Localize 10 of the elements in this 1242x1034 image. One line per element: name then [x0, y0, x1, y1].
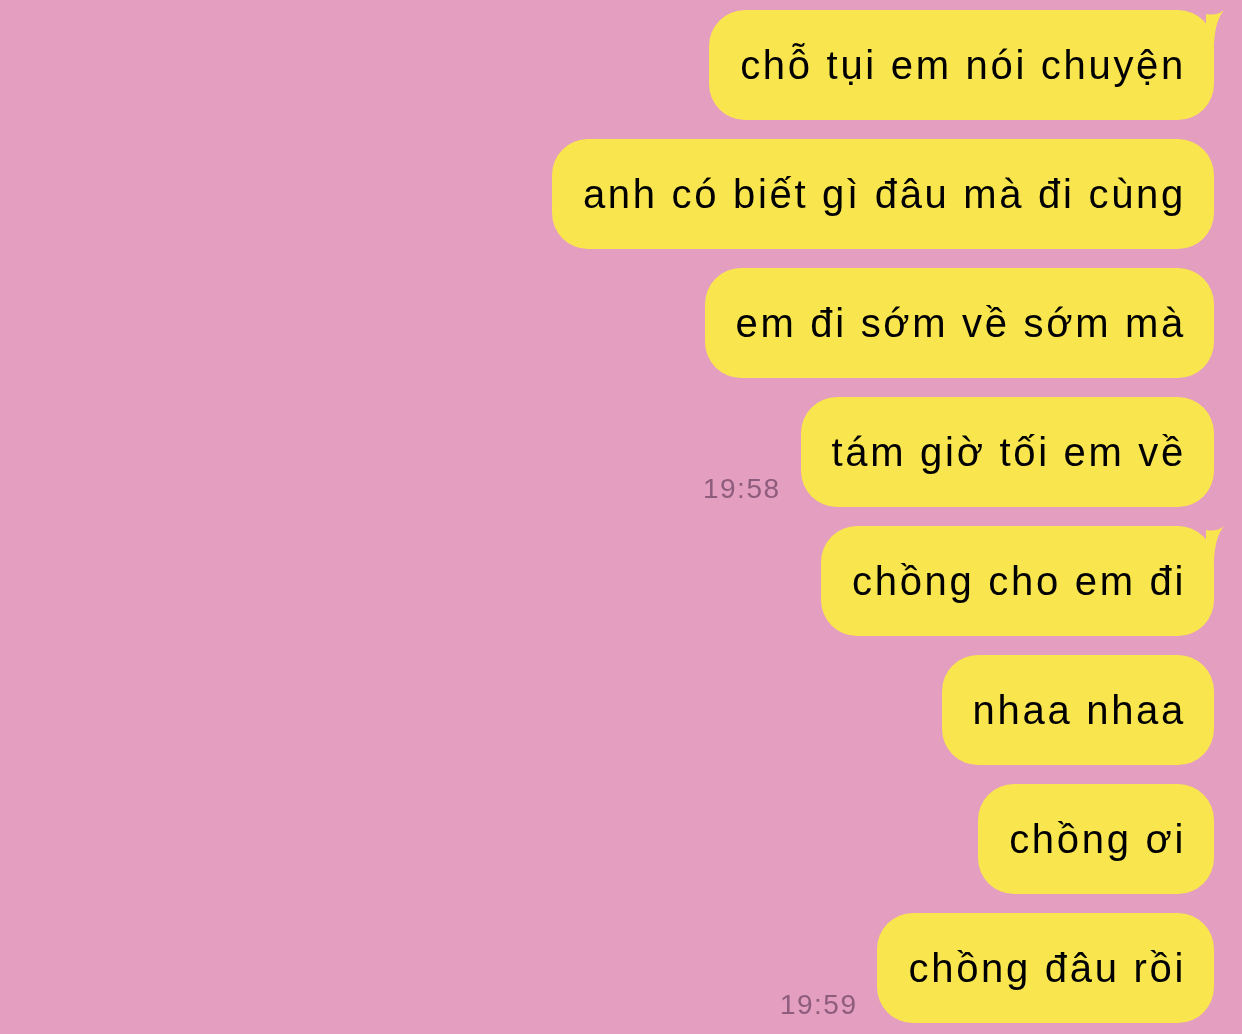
message-bubble: anh có biết gì đâu mà đi cùng	[551, 139, 1214, 249]
message-time: 19:59	[779, 989, 858, 1021]
message-bubble: nhaa nhaa	[941, 655, 1214, 765]
message-bubble: em đi sớm về sớm mà	[704, 268, 1214, 378]
message-time: 19:58	[702, 473, 781, 505]
message-bubble: chồng cho em đi	[821, 526, 1214, 636]
message-bubble: chỗ tụi em nói chuyện	[709, 10, 1214, 120]
message-bubble: tám giờ tối em về	[800, 397, 1214, 507]
message-bubble: chồng ơi	[978, 784, 1214, 894]
message-bubble: chồng đâu rồi	[877, 913, 1214, 1023]
